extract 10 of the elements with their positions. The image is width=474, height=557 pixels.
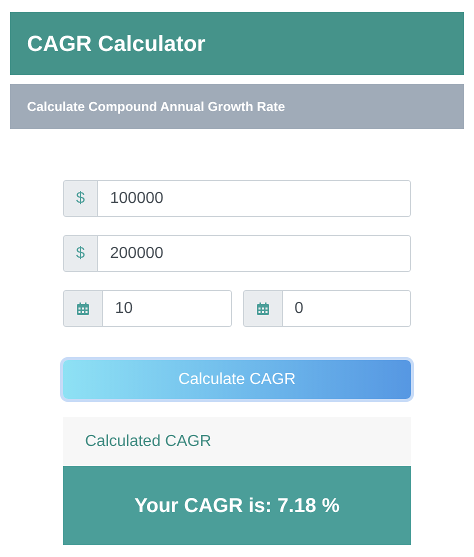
- input-field[interactable]: 200000: [98, 235, 411, 272]
- input-field[interactable]: 100000: [98, 180, 411, 217]
- result-text: Your CAGR is: 7.18 %: [134, 494, 340, 518]
- subtitle: Calculate Compound Annual Growth Rate: [27, 98, 286, 116]
- app-title: CAGR Calculator: [27, 30, 206, 58]
- card-title: Calculated CAGR: [85, 432, 212, 452]
- input-field[interactable]: 0: [282, 290, 411, 327]
- currency-prefix: $: [63, 180, 98, 217]
- currency-prefix: $: [63, 235, 98, 272]
- input-field[interactable]: 10: [103, 290, 232, 327]
